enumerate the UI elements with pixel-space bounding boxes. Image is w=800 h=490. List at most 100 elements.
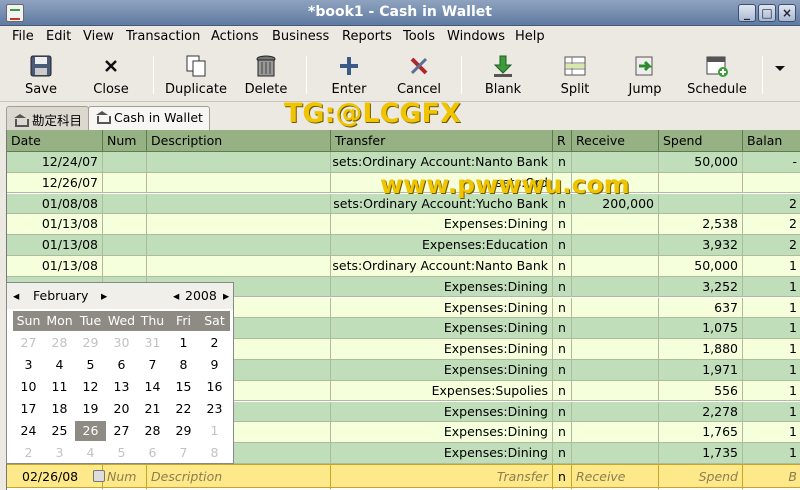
- menu-help[interactable]: Help: [515, 29, 545, 44]
- cell-num[interactable]: [103, 235, 147, 256]
- cell-receive[interactable]: [572, 401, 659, 422]
- calendar-day[interactable]: 16: [199, 377, 230, 397]
- cell-reconcile[interactable]: n: [553, 214, 572, 235]
- cell-reconcile[interactable]: n: [553, 380, 572, 401]
- menu-business[interactable]: Business: [272, 29, 329, 44]
- calendar-day[interactable]: 17: [13, 399, 44, 419]
- cell-receive[interactable]: [572, 256, 659, 276]
- cell-description[interactable]: [147, 235, 331, 256]
- enter-button[interactable]: Enter: [326, 52, 372, 98]
- col-transfer[interactable]: Transfer: [331, 130, 553, 152]
- cell-num[interactable]: [103, 256, 147, 276]
- cell-date[interactable]: 12/24/07: [7, 152, 103, 172]
- cell-spend[interactable]: 1,880: [659, 339, 743, 360]
- cell-spend[interactable]: 50,000: [659, 256, 743, 276]
- calendar-day[interactable]: 7: [168, 443, 199, 463]
- cell-num[interactable]: [103, 214, 147, 235]
- num-input[interactable]: Num: [103, 465, 147, 489]
- minimize-button[interactable]: _: [738, 4, 756, 22]
- calendar-day[interactable]: 4: [75, 443, 106, 463]
- register-row[interactable]: 01/13/08 Expenses:Dining n 2,538 2: [7, 214, 800, 235]
- menu-reports[interactable]: Reports: [342, 29, 392, 44]
- toolbar-overflow-button[interactable]: [768, 52, 788, 98]
- cell-receive[interactable]: [572, 152, 659, 172]
- duplicate-button[interactable]: Duplicate: [162, 52, 230, 98]
- calendar-day[interactable]: 29: [75, 333, 106, 353]
- calendar-day[interactable]: 9: [199, 355, 230, 375]
- split-button[interactable]: Split: [552, 52, 598, 98]
- next-month-button[interactable]: ▸: [101, 288, 107, 303]
- cell-balance[interactable]: 1: [743, 318, 800, 338]
- cell-receive[interactable]: [572, 380, 659, 401]
- calendar-day[interactable]: 27: [13, 333, 44, 353]
- calendar-day[interactable]: 28: [137, 421, 168, 441]
- cell-reconcile[interactable]: n: [553, 339, 572, 360]
- transfer-input[interactable]: Transfer: [331, 465, 553, 489]
- cell-transfer[interactable]: Expenses:Dining: [331, 297, 553, 318]
- cell-description[interactable]: [147, 193, 331, 214]
- cell-transfer[interactable]: sets:Ordinary Account:Nanto Bank: [331, 256, 553, 276]
- cell-balance[interactable]: -: [743, 152, 800, 172]
- blank-button[interactable]: Blank: [480, 52, 526, 98]
- close-button[interactable]: Close: [88, 52, 134, 98]
- cell-spend[interactable]: 1,075: [659, 318, 743, 339]
- tab-accounts[interactable]: 勘定科目: [6, 106, 90, 130]
- cell-spend[interactable]: 556: [659, 380, 743, 401]
- calendar-day[interactable]: 30: [106, 333, 137, 353]
- calendar-day[interactable]: 6: [137, 443, 168, 463]
- menu-tools[interactable]: Tools: [403, 29, 435, 44]
- cell-reconcile[interactable]: n: [553, 360, 572, 380]
- menu-edit[interactable]: Edit: [46, 29, 71, 44]
- cell-balance[interactable]: 2: [743, 214, 800, 234]
- delete-button[interactable]: Delete: [242, 52, 290, 98]
- cell-balance[interactable]: 1: [743, 443, 800, 463]
- cell-transfer[interactable]: Expenses:Dining: [331, 318, 553, 339]
- register-row[interactable]: 01/13/08 Expenses:Education n 3,932 2: [7, 235, 800, 256]
- cancel-button[interactable]: Cancel: [396, 52, 442, 98]
- cell-balance[interactable]: 1: [743, 298, 800, 318]
- col-description[interactable]: Description: [147, 130, 331, 152]
- col-date[interactable]: Date: [7, 130, 103, 152]
- cell-transfer[interactable]: Expenses:Dining: [331, 360, 553, 380]
- calendar-day[interactable]: 23: [199, 399, 230, 419]
- close-window-button[interactable]: ×: [778, 4, 796, 22]
- cell-transfer[interactable]: Expenses:Supolies: [331, 380, 553, 401]
- cell-balance[interactable]: [743, 173, 800, 193]
- calendar-day[interactable]: 27: [106, 421, 137, 441]
- menu-view[interactable]: View: [83, 29, 114, 44]
- jump-button[interactable]: Jump: [622, 52, 668, 98]
- cell-num[interactable]: [103, 172, 147, 193]
- calendar-day[interactable]: 26: [75, 421, 106, 441]
- calendar-day[interactable]: 3: [44, 443, 75, 463]
- col-reconcile[interactable]: R: [553, 130, 572, 152]
- schedule-button[interactable]: Schedule: [684, 52, 750, 98]
- calendar-day[interactable]: 10: [13, 377, 44, 397]
- cell-spend[interactable]: 2,278: [659, 401, 743, 422]
- calendar-day[interactable]: 6: [106, 355, 137, 375]
- calendar-day[interactable]: 2: [199, 333, 230, 353]
- calendar-day[interactable]: 29: [168, 421, 199, 441]
- calendar-day[interactable]: 21: [137, 399, 168, 419]
- cell-balance[interactable]: 1: [743, 360, 800, 380]
- calendar-day[interactable]: 8: [199, 443, 230, 463]
- cell-balance[interactable]: 2: [743, 194, 800, 214]
- calendar-day[interactable]: 5: [106, 443, 137, 463]
- cell-date[interactable]: 01/13/08: [7, 214, 103, 235]
- cell-spend[interactable]: 3,932: [659, 235, 743, 256]
- cell-date[interactable]: 12/26/07: [7, 172, 103, 193]
- prev-month-button[interactable]: ◂: [13, 288, 19, 303]
- cell-balance[interactable]: 1: [743, 277, 800, 297]
- cell-receive[interactable]: [572, 339, 659, 360]
- cell-receive[interactable]: [572, 276, 659, 297]
- cell-reconcile[interactable]: n: [553, 318, 572, 339]
- cell-description[interactable]: [147, 172, 331, 193]
- cell-balance[interactable]: 1: [743, 422, 800, 442]
- cell-spend[interactable]: 50,000: [659, 152, 743, 172]
- calendar-day[interactable]: 24: [13, 421, 44, 441]
- calendar-day[interactable]: 31: [137, 333, 168, 353]
- cell-balance[interactable]: 1: [743, 381, 800, 401]
- cell-transfer[interactable]: sets:Ordinary Account:Nanto Bank: [331, 152, 553, 172]
- cell-transfer[interactable]: Expenses:Education: [331, 235, 553, 256]
- calendar-day[interactable]: 15: [168, 377, 199, 397]
- calendar-day[interactable]: 1: [199, 421, 230, 441]
